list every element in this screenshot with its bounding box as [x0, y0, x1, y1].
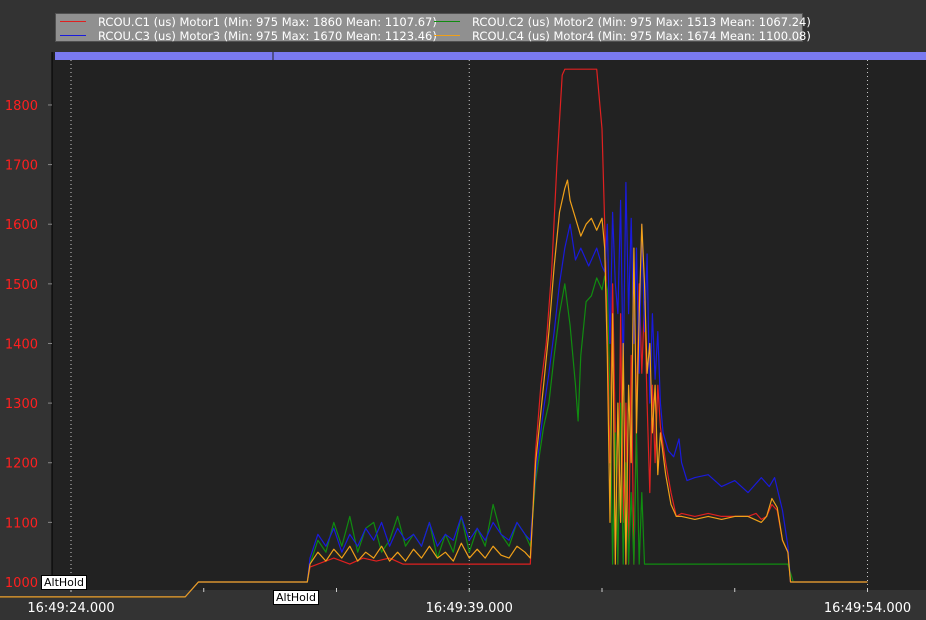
mode-marker-althold-2: AltHold: [273, 590, 319, 605]
chart-canvas: 16:49:24.000 16:49:39.000 16:49:54.000 1000…: [0, 52, 926, 616]
x-tick-label: 16:49:24.000: [27, 601, 114, 616]
legend-swatch: [60, 35, 86, 36]
legend-swatch: [434, 35, 460, 36]
y-tick-label: 1300: [5, 397, 38, 412]
x-tick-label: 16:49:39.000: [426, 601, 513, 616]
y-tick-label: 1600: [5, 218, 38, 233]
y-tick-label: 1200: [5, 457, 38, 472]
legend-swatch: [434, 21, 460, 22]
x-tick-label: 16:49:54.000: [824, 601, 911, 616]
y-tick-label: 1800: [5, 99, 38, 114]
mode-marker-althold-1: AltHold: [41, 575, 87, 590]
y-tick-label: 1700: [5, 159, 38, 174]
legend-swatch: [60, 21, 86, 22]
y-tick-label: 1000: [5, 576, 38, 591]
legend-label: RCOU.C1 (us) Motor1 (Min: 975 Max: 1860 …: [98, 15, 437, 29]
plot-area: [52, 52, 926, 590]
legend-label: RCOU.C4 (us) Motor4 (Min: 975 Max: 1674 …: [472, 29, 811, 43]
legend-label: RCOU.C2 (us) Motor2 (Min: 975 Max: 1513 …: [472, 15, 811, 29]
legend: RCOU.C1 (us) Motor1 (Min: 975 Max: 1860 …: [55, 13, 811, 43]
y-tick-label: 1100: [5, 516, 38, 531]
y-tick-label: 1400: [5, 337, 38, 352]
mode-band: [55, 52, 926, 60]
y-tick-label: 1500: [5, 278, 38, 293]
legend-label: RCOU.C3 (us) Motor3 (Min: 975 Max: 1670 …: [98, 29, 437, 43]
